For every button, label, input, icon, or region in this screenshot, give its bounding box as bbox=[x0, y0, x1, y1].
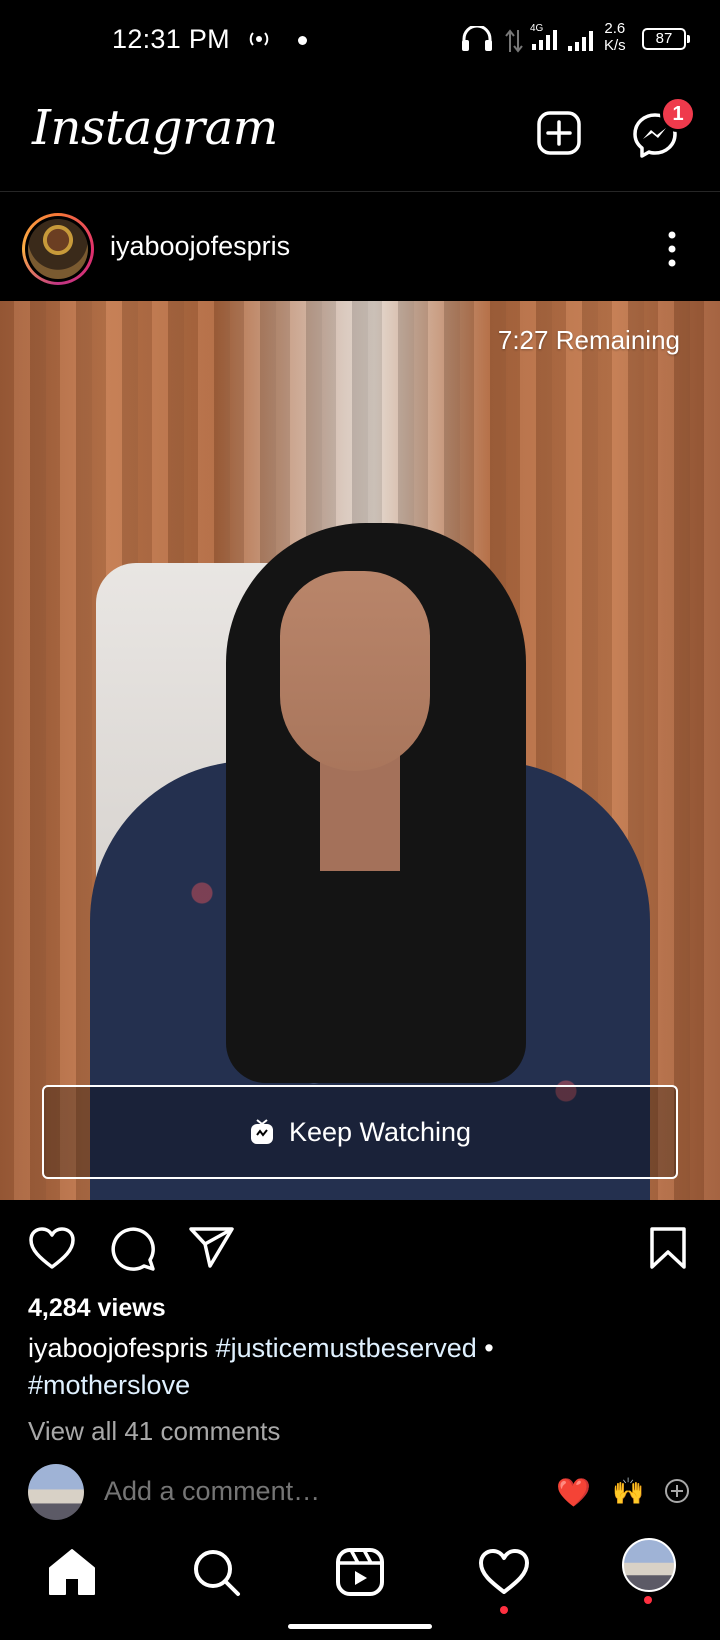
story-ring[interactable] bbox=[22, 213, 94, 285]
add-comment-row: ❤️ 🙌 bbox=[0, 1464, 720, 1524]
network-speed-unit: K/s bbox=[604, 37, 626, 54]
status-bar: 12:31 PM 4G 2.6 K/s 87 bbox=[0, 0, 720, 82]
hashtag-link[interactable]: #justicemustbeserved bbox=[216, 1333, 477, 1363]
post-caption: iyaboojofespris #justicemustbeserved • #… bbox=[28, 1330, 692, 1404]
status-time: 12:31 PM bbox=[112, 24, 230, 54]
hotspot-icon bbox=[249, 32, 269, 46]
igtv-icon bbox=[250, 1119, 273, 1144]
current-user-avatar bbox=[28, 1464, 84, 1520]
bookmark-icon[interactable] bbox=[648, 1226, 688, 1270]
bottom-navigation bbox=[0, 1534, 720, 1640]
keep-watching-button[interactable]: Keep Watching bbox=[42, 1085, 678, 1179]
network-speed: 2.6 K/s bbox=[604, 20, 626, 54]
network-speed-value: 2.6 bbox=[604, 20, 626, 37]
post-username[interactable]: iyaboojofespris bbox=[110, 231, 290, 262]
caption-separator: • bbox=[484, 1333, 494, 1363]
reels-icon[interactable] bbox=[332, 1544, 388, 1600]
quick-reaction-raised-hands[interactable]: 🙌 bbox=[612, 1476, 644, 1507]
battery-indicator: 87 bbox=[642, 28, 690, 50]
caption-username[interactable]: iyaboojofespris bbox=[28, 1333, 208, 1363]
headset-icon bbox=[462, 26, 492, 51]
comment-icon[interactable] bbox=[108, 1226, 156, 1272]
activity-notification-dot bbox=[500, 1606, 508, 1614]
gesture-bar bbox=[288, 1624, 432, 1629]
hashtag-link[interactable]: #motherslove bbox=[28, 1370, 190, 1400]
instagram-logo[interactable]: Instagram bbox=[32, 100, 278, 156]
home-icon[interactable] bbox=[44, 1544, 100, 1600]
heart-icon[interactable] bbox=[28, 1226, 76, 1270]
activity-icon[interactable] bbox=[476, 1544, 532, 1600]
post-actions bbox=[0, 1200, 720, 1290]
svg-text:4G: 4G bbox=[530, 23, 544, 34]
notification-dot-icon bbox=[298, 36, 307, 45]
avatar bbox=[28, 219, 88, 279]
video-frame-face bbox=[280, 571, 430, 771]
view-count[interactable]: 4,284 views bbox=[28, 1294, 166, 1323]
view-all-comments-link[interactable]: View all 41 comments bbox=[28, 1416, 280, 1447]
search-icon[interactable] bbox=[188, 1544, 244, 1600]
add-reaction-icon[interactable] bbox=[664, 1478, 690, 1504]
comment-input[interactable] bbox=[104, 1476, 404, 1507]
profile-notification-dot bbox=[644, 1596, 652, 1604]
quick-reaction-heart[interactable]: ❤️ bbox=[556, 1476, 591, 1509]
video-player[interactable]: 7:27 Remaining Keep Watching bbox=[0, 301, 720, 1200]
keep-watching-label: Keep Watching bbox=[288, 1116, 472, 1147]
share-icon[interactable] bbox=[188, 1226, 236, 1270]
avatar-frame bbox=[25, 216, 91, 282]
profile-tab-avatar[interactable] bbox=[622, 1538, 676, 1592]
signal-strength-secondary-icon bbox=[568, 31, 593, 51]
data-transfer-icon bbox=[505, 29, 523, 53]
more-vertical-icon[interactable] bbox=[660, 229, 684, 269]
time-remaining: 7:27 Remaining bbox=[497, 325, 680, 355]
post-header: iyaboojofespris bbox=[0, 193, 720, 301]
plus-square-icon[interactable] bbox=[536, 110, 582, 156]
app-header: Instagram 1 bbox=[0, 82, 720, 192]
messages-badge: 1 bbox=[660, 96, 696, 132]
signal-strength-icon: 4G bbox=[530, 23, 557, 50]
